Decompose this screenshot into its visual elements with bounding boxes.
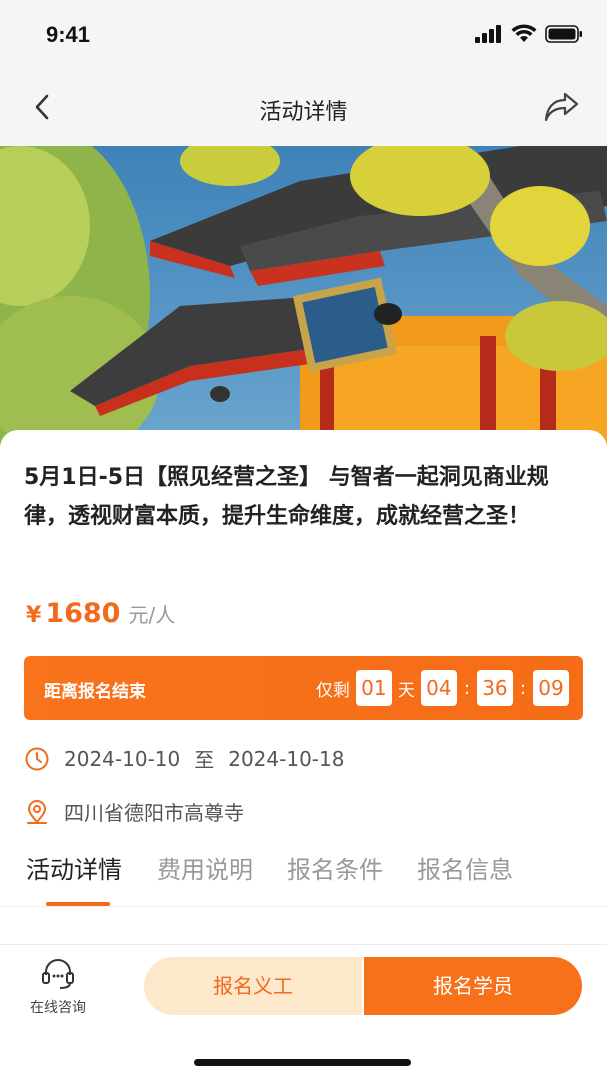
status-icons	[475, 24, 583, 43]
battery-icon	[545, 24, 582, 43]
price-value: 1680	[45, 598, 121, 629]
tabs-divider	[0, 906, 607, 907]
register-student-button[interactable]: 报名学员	[364, 957, 582, 1015]
event-info-card: 5月1日-5日【照见经营之圣】 与智者一起洞见商业规律，透视财富本质，提升生命维…	[0, 430, 607, 950]
countdown-hours: 04	[420, 670, 457, 706]
tab-fee-description[interactable]: 费用说明	[157, 850, 253, 885]
countdown-day-unit: 天	[397, 680, 415, 701]
event-start-date: 2024-10-10	[64, 746, 181, 771]
countdown-remaining-label: 仅剩	[315, 680, 350, 701]
tab-registration-conditions[interactable]: 报名条件	[287, 850, 383, 885]
home-indicator	[194, 1059, 411, 1066]
hero-image	[0, 146, 607, 446]
event-date-row: 2024-10-10 至 2024-10-18	[24, 744, 344, 773]
price-currency: ¥	[26, 603, 42, 628]
status-time: 9:41	[46, 22, 91, 47]
register-volunteer-button[interactable]: 报名义工	[144, 957, 362, 1015]
countdown-seconds: 09	[533, 670, 569, 706]
consult-label: 在线咨询	[30, 1000, 86, 1016]
event-location-row: 四川省德阳市高尊寺	[24, 797, 244, 826]
countdown-label: 距离报名结束	[44, 682, 146, 702]
countdown-minutes: 36	[476, 670, 513, 706]
date-separator: 至	[194, 748, 215, 772]
event-end-date: 2024-10-18	[228, 746, 345, 771]
countdown-timer: 仅剩 01 天 04 : 36 : 09	[310, 670, 569, 706]
page-title: 活动详情	[259, 100, 348, 125]
tab-event-details[interactable]: 活动详情	[26, 850, 122, 885]
price-row: ¥ 1680 元/人	[26, 598, 175, 629]
event-title: 5月1日-5日【照见经营之圣】 与智者一起洞见商业规律，透视财富本质，提升生命维…	[24, 465, 549, 529]
countdown-days: 01	[355, 670, 392, 706]
countdown-colon: :	[463, 677, 470, 699]
share-icon[interactable]	[543, 90, 581, 124]
countdown-colon: :	[519, 677, 526, 699]
event-location: 四川省德阳市高尊寺	[64, 801, 244, 825]
clock-icon	[25, 747, 49, 770]
tab-registration-info[interactable]: 报名信息	[417, 850, 513, 885]
wifi-icon	[511, 24, 537, 42]
location-pin-icon	[27, 799, 47, 824]
status-bar: 9:41	[0, 0, 607, 70]
price-unit: 元/人	[128, 603, 176, 627]
nav-bar: 活动详情	[0, 70, 607, 146]
headset-icon	[42, 959, 74, 989]
temple-illustration	[0, 146, 607, 446]
online-consult-button[interactable]: 在线咨询	[22, 957, 94, 1017]
signal-icon	[475, 24, 501, 43]
registration-countdown: 距离报名结束 仅剩 01 天 04 : 36 : 09	[24, 656, 583, 720]
detail-tabs: 活动详情 费用说明 报名条件 报名信息	[0, 850, 607, 910]
